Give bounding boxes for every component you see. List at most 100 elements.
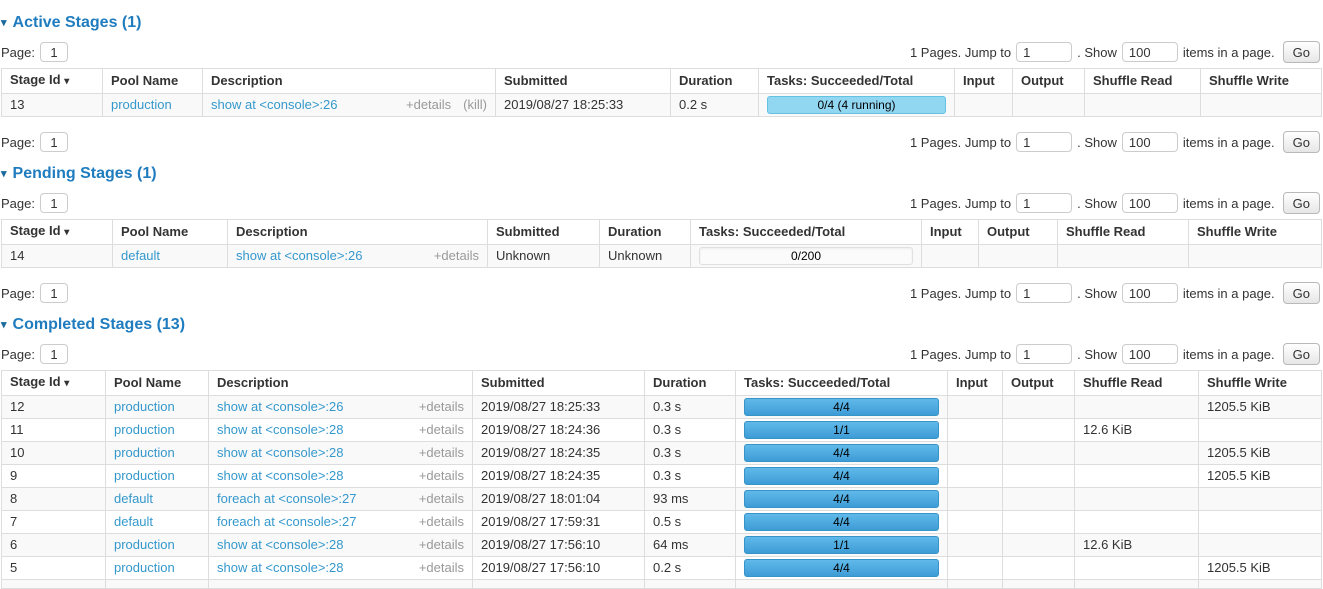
submitted-cell: 2019/08/27 18:24:35 bbox=[472, 441, 644, 464]
pool-name-link[interactable]: production bbox=[114, 422, 175, 437]
items-per-page-input[interactable] bbox=[1122, 193, 1178, 213]
go-button[interactable]: Go bbox=[1283, 192, 1320, 214]
jump-to-page-input[interactable] bbox=[1016, 132, 1072, 152]
description-wrap: show at <console>:26 +details (kill) bbox=[211, 98, 487, 112]
items-per-page-input[interactable] bbox=[1122, 132, 1178, 152]
submitted-cell: 2019/08/27 17:56:10 bbox=[472, 533, 644, 556]
description-link[interactable]: show at <console>:28 bbox=[217, 423, 343, 437]
pool-name-link[interactable]: production bbox=[114, 445, 175, 460]
kill-link[interactable]: (kill) bbox=[463, 97, 487, 112]
col-duration[interactable]: Duration bbox=[599, 220, 690, 244]
shuffle-write-cell bbox=[1188, 244, 1321, 267]
col-description[interactable]: Description bbox=[227, 220, 487, 244]
col-stage-id[interactable]: Stage Id ▾ bbox=[2, 220, 112, 244]
details-toggle[interactable]: +details bbox=[419, 422, 464, 437]
col-shuffle-read[interactable]: Shuffle Read bbox=[1084, 69, 1200, 93]
go-button[interactable]: Go bbox=[1283, 343, 1320, 365]
duration-cell: 0.5 s bbox=[644, 510, 735, 533]
details-toggle[interactable]: +details bbox=[419, 468, 464, 483]
description-link[interactable]: show at <console>:26 bbox=[211, 98, 337, 112]
jump-to-page-input[interactable] bbox=[1016, 193, 1072, 213]
col-shuffle-write[interactable]: Shuffle Write bbox=[1198, 371, 1321, 395]
description-link[interactable]: show at <console>:28 bbox=[217, 446, 343, 460]
pool-name-link[interactable]: production bbox=[114, 468, 175, 483]
page-number-input[interactable] bbox=[40, 193, 68, 213]
col-input[interactable]: Input bbox=[954, 69, 1012, 93]
details-toggle[interactable]: +details bbox=[434, 248, 479, 263]
col-pool-name[interactable]: Pool Name bbox=[105, 371, 208, 395]
items-per-page-input[interactable] bbox=[1122, 283, 1178, 303]
shuffle-write-cell bbox=[1200, 93, 1321, 116]
pool-name-link[interactable]: production bbox=[114, 560, 175, 575]
description-meta: +details bbox=[407, 561, 464, 575]
col-shuffle-read[interactable]: Shuffle Read bbox=[1074, 371, 1198, 395]
tasks-progress-label: 4/4 bbox=[745, 491, 938, 507]
details-toggle[interactable]: +details bbox=[419, 399, 464, 414]
page-number-input[interactable] bbox=[40, 344, 68, 364]
tasks-cell: 4/4 bbox=[735, 556, 947, 579]
pool-name-cell: production bbox=[102, 93, 202, 116]
details-toggle[interactable]: +details bbox=[419, 514, 464, 529]
col-shuffle-write[interactable]: Shuffle Write bbox=[1200, 69, 1321, 93]
col-input[interactable]: Input bbox=[921, 220, 978, 244]
description-link[interactable]: show at <console>:28 bbox=[217, 469, 343, 483]
col-stage-id[interactable]: Stage Id ▾ bbox=[2, 371, 105, 395]
details-toggle[interactable]: +details bbox=[419, 491, 464, 506]
col-submitted[interactable]: Submitted bbox=[472, 371, 644, 395]
description-link[interactable]: show at <console>:26 bbox=[236, 249, 362, 263]
items-per-page-input[interactable] bbox=[1122, 42, 1178, 62]
col-tasks[interactable]: Tasks: Succeeded/Total bbox=[735, 371, 947, 395]
col-output[interactable]: Output bbox=[1012, 69, 1084, 93]
pool-name-link[interactable]: production bbox=[114, 399, 175, 414]
col-output[interactable]: Output bbox=[1002, 371, 1074, 395]
col-stage-id[interactable]: Stage Id ▾ bbox=[2, 69, 102, 93]
col-submitted[interactable]: Submitted bbox=[495, 69, 670, 93]
col-input[interactable]: Input bbox=[947, 371, 1002, 395]
jump-to-page-input[interactable] bbox=[1016, 344, 1072, 364]
pool-name-link[interactable]: production bbox=[111, 97, 172, 112]
go-button[interactable]: Go bbox=[1283, 41, 1320, 63]
col-duration[interactable]: Duration bbox=[670, 69, 758, 93]
pool-name-link[interactable]: default bbox=[121, 248, 160, 263]
show-text: . Show bbox=[1077, 347, 1117, 362]
jump-to-page-input[interactable] bbox=[1016, 42, 1072, 62]
col-pool-name[interactable]: Pool Name bbox=[112, 220, 227, 244]
col-tasks[interactable]: Tasks: Succeeded/Total bbox=[690, 220, 921, 244]
tasks-progress-bar: 4/4 bbox=[744, 398, 939, 416]
page-number-input[interactable] bbox=[40, 283, 68, 303]
completed-stages-heading[interactable]: ▾Completed Stages (13) bbox=[1, 316, 1322, 334]
pool-name-cell: default bbox=[105, 510, 208, 533]
col-pool-name[interactable]: Pool Name bbox=[102, 69, 202, 93]
col-description[interactable]: Description bbox=[208, 371, 472, 395]
go-button[interactable]: Go bbox=[1283, 282, 1320, 304]
page-label: Page: bbox=[1, 196, 35, 211]
go-button[interactable]: Go bbox=[1283, 131, 1320, 153]
col-tasks[interactable]: Tasks: Succeeded/Total bbox=[758, 69, 954, 93]
description-link[interactable]: show at <console>:26 bbox=[217, 400, 343, 414]
col-output[interactable]: Output bbox=[978, 220, 1057, 244]
description-link[interactable]: foreach at <console>:27 bbox=[217, 492, 357, 506]
page-number-input[interactable] bbox=[40, 42, 68, 62]
page-number-input[interactable] bbox=[40, 132, 68, 152]
description-link[interactable]: foreach at <console>:27 bbox=[217, 515, 357, 529]
col-shuffle-write[interactable]: Shuffle Write bbox=[1188, 220, 1321, 244]
details-toggle[interactable]: +details bbox=[419, 560, 464, 575]
description-link[interactable]: show at <console>:28 bbox=[217, 561, 343, 575]
col-submitted[interactable]: Submitted bbox=[487, 220, 599, 244]
details-toggle[interactable]: +details bbox=[419, 445, 464, 460]
active-stages-heading[interactable]: ▾Active Stages (1) bbox=[1, 14, 1322, 32]
pool-name-link[interactable]: default bbox=[114, 491, 153, 506]
sort-desc-icon: ▾ bbox=[64, 76, 69, 87]
col-duration[interactable]: Duration bbox=[644, 371, 735, 395]
description-wrap: foreach at <console>:27 +details bbox=[217, 492, 464, 506]
jump-to-page-input[interactable] bbox=[1016, 283, 1072, 303]
pending-stages-heading[interactable]: ▾Pending Stages (1) bbox=[1, 165, 1322, 183]
col-shuffle-read[interactable]: Shuffle Read bbox=[1057, 220, 1188, 244]
pool-name-link[interactable]: default bbox=[114, 514, 153, 529]
details-toggle[interactable]: +details bbox=[406, 97, 451, 112]
stage-id-cell: 8 bbox=[2, 487, 105, 510]
items-per-page-input[interactable] bbox=[1122, 344, 1178, 364]
col-description[interactable]: Description bbox=[202, 69, 495, 93]
shuffle-read-cell bbox=[1057, 244, 1188, 267]
shuffle-write-cell: 1205.5 KiB bbox=[1198, 395, 1321, 418]
